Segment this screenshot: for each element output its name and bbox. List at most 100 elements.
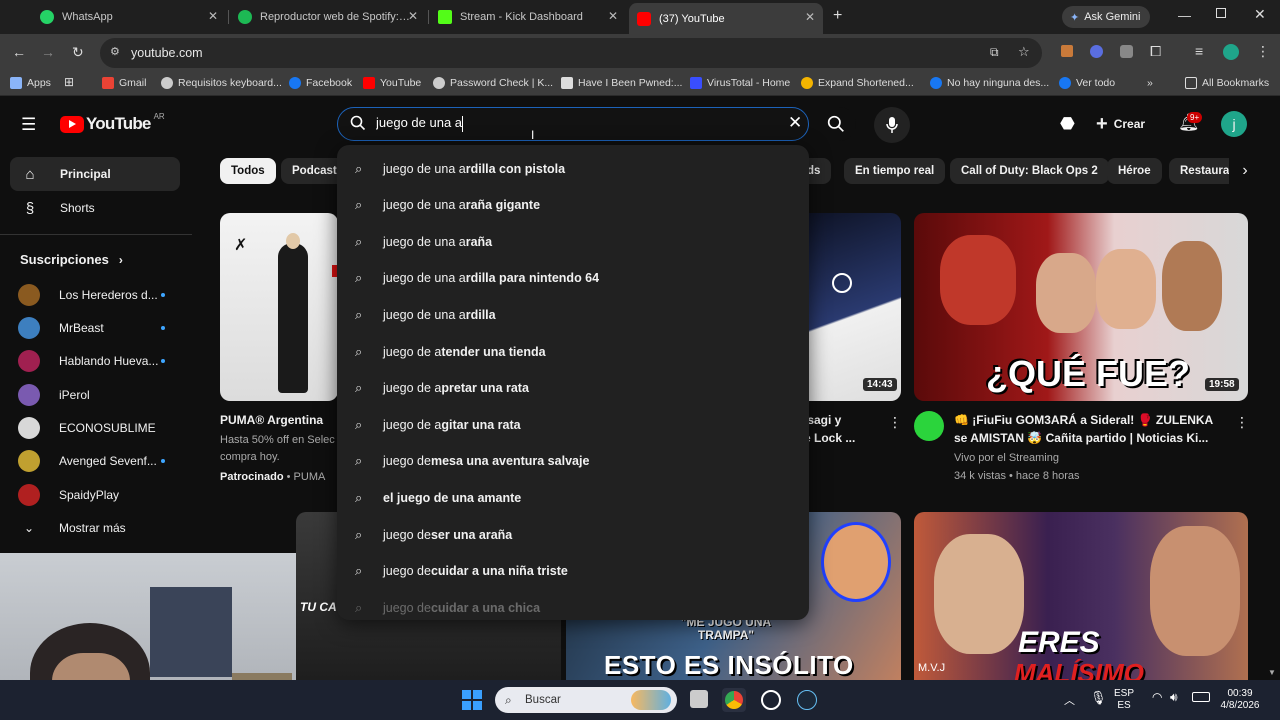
video-title[interactable]: Isagi y e Lock ...: [804, 411, 855, 447]
close-icon[interactable]: ✕: [208, 9, 218, 23]
ask-gemini-button[interactable]: ✦ Ask Gemini: [1062, 6, 1150, 28]
bookmark-youtube[interactable]: YouTube: [363, 77, 421, 89]
volume-icon[interactable]: 🔊︎: [1170, 690, 1178, 705]
taskbar-app-active[interactable]: [722, 688, 746, 712]
subscriptions-heading[interactable]: Suscripciones ›: [20, 252, 123, 267]
avatar[interactable]: j: [1221, 111, 1247, 137]
maximize-icon[interactable]: [1216, 8, 1226, 18]
media-icon[interactable]: ≡: [1195, 43, 1203, 59]
video-title[interactable]: 👊 ¡FiuFiu GOM3ARÁ a Sideral! 🥊 ZULENKA s…: [954, 411, 1224, 447]
chips-next-icon[interactable]: ›: [1234, 158, 1256, 184]
language-indicator[interactable]: ESP ES: [1114, 688, 1134, 712]
bookmark-virustotal[interactable]: VirusTotal - Home: [690, 77, 790, 89]
menu-kebab-icon[interactable]: ⋮: [1256, 43, 1270, 60]
battery-icon[interactable]: [1192, 692, 1210, 702]
extension-icon[interactable]: [1120, 45, 1133, 58]
suggestion-item[interactable]: ⌕ juego de una a raña gigante: [337, 187, 809, 223]
sidebar-sub-item[interactable]: Los Herederos d...: [18, 280, 168, 310]
bookmark-facebook[interactable]: Facebook: [289, 77, 352, 89]
video-thumbnail[interactable]: ¿QUÉ FUE? 19:58: [914, 213, 1248, 401]
bookmark-password-check[interactable]: Password Check | K...: [433, 77, 553, 89]
create-button[interactable]: + Crear: [1096, 110, 1160, 138]
address-bar[interactable]: ⚙ youtube.com ⧉ ☆: [100, 38, 1042, 68]
install-icon[interactable]: ⧉: [990, 45, 999, 60]
search-box[interactable]: ✕: [337, 107, 809, 141]
sidebar-sub-item[interactable]: iPerol: [18, 380, 168, 410]
site-info-icon[interactable]: ⚙: [110, 45, 120, 58]
bookmark-no-hay[interactable]: No hay ninguna des...: [930, 77, 1049, 89]
tab-kick[interactable]: Stream - Kick Dashboard ✕: [430, 4, 626, 30]
wifi-icon[interactable]: ◠: [1152, 690, 1162, 704]
tab-youtube[interactable]: (37) YouTube ✕: [629, 3, 823, 34]
hamburger-menu-icon[interactable]: ☰: [21, 115, 36, 135]
bookmark-hibp[interactable]: Have I Been Pwned:...: [561, 77, 682, 89]
chip-todos[interactable]: Todos: [220, 158, 276, 184]
youtube-logo[interactable]: YouTube AR: [60, 112, 165, 134]
close-icon[interactable]: ✕: [408, 9, 418, 23]
bookmark-ver-todo[interactable]: Ver todo: [1059, 77, 1115, 89]
channel-name[interactable]: Vivo por el Streaming: [954, 450, 1059, 467]
sidebar-show-more[interactable]: ⌄ Mostrar más: [18, 513, 168, 543]
bookmark-requisitos[interactable]: Requisitos keyboard...: [161, 77, 282, 89]
more-options-icon[interactable]: ⋮: [888, 414, 902, 431]
extension-icon[interactable]: [1061, 45, 1073, 57]
extension-icon[interactable]: [1090, 45, 1103, 58]
more-options-icon[interactable]: ⋮: [1235, 414, 1249, 431]
tab-spotify[interactable]: Reproductor web de Spotify: m ✕: [230, 4, 426, 30]
ad-thumbnail[interactable]: ✗: [220, 213, 338, 401]
suggestion-item[interactable]: ⌕ juego de una a rdilla: [337, 297, 809, 333]
obs-icon[interactable]: [761, 690, 781, 710]
sidebar-sub-item[interactable]: ECONOSUBLIME: [18, 413, 168, 443]
channel-avatar[interactable]: [914, 411, 944, 441]
suggestion-item[interactable]: ⌕ juego de una a rdilla con pistola: [337, 151, 809, 187]
taskbar-search[interactable]: ⌕ Buscar: [495, 687, 677, 713]
suggestion-item[interactable]: ⌕ juego de ser una araña: [337, 517, 809, 553]
chip-restaurar[interactable]: Restaurar: [1169, 158, 1229, 184]
suggestion-item[interactable]: ⌕ juego de a pretar una rata: [337, 370, 809, 406]
sidebar-item-shorts[interactable]: § Shorts: [10, 191, 180, 225]
sidebar-sub-item[interactable]: Avenged Sevenf...: [18, 446, 168, 476]
profile-avatar[interactable]: [1223, 44, 1239, 60]
chip-en-tiempo-real[interactable]: En tiempo real: [844, 158, 946, 184]
back-icon[interactable]: ←: [12, 44, 26, 60]
suggestion-item[interactable]: ⌕ juego de una a rdilla para nintendo 64: [337, 260, 809, 296]
steam-icon[interactable]: [797, 690, 817, 710]
windows-start-icon[interactable]: [462, 690, 482, 710]
task-view-icon[interactable]: [690, 690, 708, 708]
tab-whatsapp[interactable]: WhatsApp ✕: [32, 4, 226, 30]
chip-heroe[interactable]: Héroe: [1107, 158, 1162, 184]
suggestion-item[interactable]: ⌕ juego de una a raña: [337, 224, 809, 260]
sidebar-sub-item[interactable]: MrBeast: [18, 313, 168, 343]
reload-icon[interactable]: ↻: [72, 44, 84, 61]
new-tab-icon[interactable]: +: [833, 7, 842, 25]
minimize-icon[interactable]: —: [1178, 8, 1191, 23]
bookmark-apps[interactable]: Apps: [10, 77, 51, 89]
close-icon[interactable]: ✕: [805, 10, 815, 24]
voice-search-button[interactable]: [874, 107, 910, 143]
suggestion-item[interactable]: ⌕ el juego de una amante: [337, 480, 809, 516]
microphone-icon[interactable]: 🎙︎: [1090, 690, 1107, 706]
bookmark-star-icon[interactable]: ☆: [1018, 44, 1030, 60]
clear-search-icon[interactable]: ✕: [788, 113, 802, 133]
more-bookmarks-icon[interactable]: »: [1147, 77, 1153, 89]
suggestion-item[interactable]: ⌕ juego de cuidar a una chica: [337, 590, 809, 620]
search-button[interactable]: [816, 107, 856, 141]
tab-groups-icon[interactable]: ⊞: [64, 75, 74, 89]
all-bookmarks[interactable]: All Bookmarks: [1185, 77, 1269, 89]
bookmark-expand[interactable]: Expand Shortened...: [801, 77, 914, 89]
tray-chevron-up-icon[interactable]: ︿: [1064, 692, 1075, 708]
suggestion-item[interactable]: ⌕ juego de cuidar a una niña triste: [337, 553, 809, 589]
close-icon[interactable]: ✕: [608, 9, 618, 23]
extensions-puzzle-icon[interactable]: ⧠: [1150, 43, 1161, 60]
sidebar-item-principal[interactable]: ⌂ Principal: [10, 157, 180, 191]
search-input[interactable]: [376, 115, 776, 130]
studio-icon[interactable]: ⬣: [1060, 114, 1075, 134]
bookmark-gmail[interactable]: Gmail: [102, 77, 146, 89]
suggestion-item[interactable]: ⌕ juego de a tender una tienda: [337, 334, 809, 370]
window-close-icon[interactable]: ✕: [1254, 6, 1266, 23]
clock[interactable]: 00:39 4/8/2026: [1218, 688, 1262, 712]
suggestion-item[interactable]: ⌕ juego de a gitar una rata: [337, 407, 809, 443]
video-thumbnail[interactable]: ERES MALÍSIMO M.V.J: [914, 512, 1248, 680]
suggestion-item[interactable]: ⌕ juego de mesa una aventura salvaje: [337, 443, 809, 479]
sidebar-sub-item[interactable]: Hablando Hueva...: [18, 346, 168, 376]
